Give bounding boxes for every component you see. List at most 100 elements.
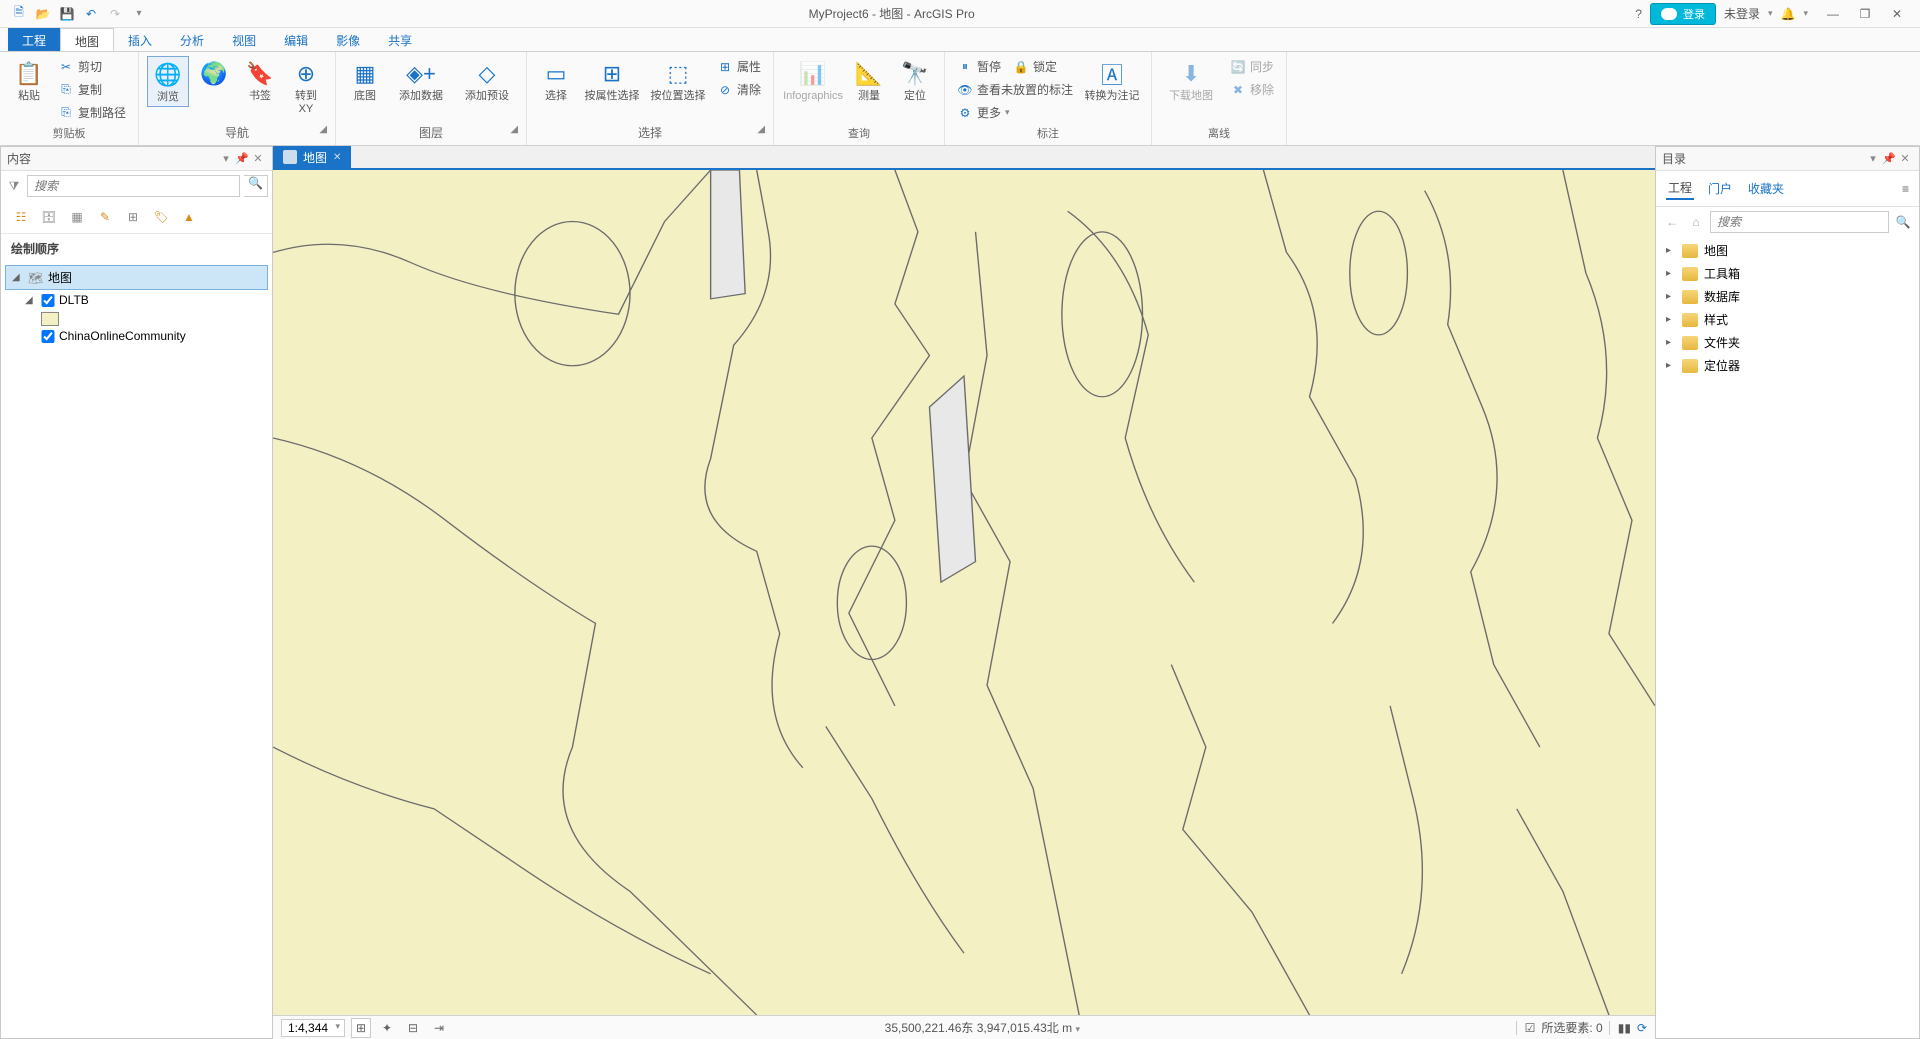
tab-favorites[interactable]: 收藏夹	[1746, 178, 1786, 199]
scale-selector[interactable]: 1:4,344	[281, 1019, 345, 1037]
expand-icon[interactable]: ▸	[1666, 337, 1678, 348]
list-snapping-icon[interactable]: ⊞	[123, 207, 143, 227]
sign-in-badge[interactable]: 登录	[1650, 3, 1716, 25]
refresh-icon[interactable]: ⟳	[1637, 1021, 1647, 1035]
tab-portal[interactable]: 门户	[1706, 178, 1734, 199]
list-source-icon[interactable]: 🗄	[39, 207, 59, 227]
qat-customize-icon[interactable]: ▾	[130, 5, 148, 23]
launcher-icon[interactable]: ◢	[757, 124, 765, 135]
minimize-icon[interactable]: —	[1818, 3, 1848, 25]
search-icon[interactable]: 🔍	[244, 175, 268, 197]
catalog-item-maps[interactable]: ▸地图	[1660, 239, 1915, 262]
filter-icon[interactable]: ⧩	[5, 179, 23, 194]
redo-icon[interactable]: ↷	[106, 5, 124, 23]
layer-visibility-checkbox[interactable]	[41, 330, 55, 343]
close-tab-icon[interactable]: ✕	[333, 152, 341, 163]
launcher-icon[interactable]: ◢	[319, 124, 327, 135]
map-canvas[interactable]	[273, 170, 1655, 1015]
help-icon[interactable]: ?	[1635, 7, 1642, 21]
search-icon[interactable]: 🔍	[1893, 215, 1913, 229]
layer-visibility-checkbox[interactable]	[41, 294, 55, 307]
status-snap-icon[interactable]: ✦	[377, 1018, 397, 1038]
new-project-icon[interactable]: 🗎	[10, 5, 28, 23]
infographics-button[interactable]: 📊Infographics	[782, 56, 844, 105]
expand-icon[interactable]: ▸	[1666, 268, 1678, 279]
autohide-icon[interactable]: ▾	[218, 152, 234, 165]
restore-icon[interactable]: ❐	[1850, 3, 1880, 25]
select-button[interactable]: ▭选择	[535, 56, 577, 105]
paste-button[interactable]: 📋 粘贴	[8, 56, 50, 105]
view-unplaced-button[interactable]: 👁查看未放置的标注	[953, 79, 1077, 100]
select-by-attr-button[interactable]: ⊞按属性选择	[581, 56, 643, 105]
close-panel-icon[interactable]: ✕	[250, 152, 266, 165]
close-panel-icon[interactable]: ✕	[1897, 152, 1913, 165]
fullextent-button[interactable]: 🌍	[193, 56, 235, 105]
bookmarks-button[interactable]: 🔖书签	[239, 56, 281, 105]
pin-icon[interactable]: 📌	[1881, 152, 1897, 165]
save-icon[interactable]: 💾	[58, 5, 76, 23]
download-map-button[interactable]: ⬇下载地图	[1160, 56, 1222, 105]
expand-icon[interactable]: ▸	[1666, 314, 1678, 325]
undo-icon[interactable]: ↶	[82, 5, 100, 23]
list-labeling-icon[interactable]: 🏷	[151, 207, 171, 227]
login-dropdown-icon[interactable]: ▾	[1768, 8, 1773, 19]
add-data-button[interactable]: ◈+添加数据	[390, 56, 452, 105]
expand-icon[interactable]: ▸	[1666, 291, 1678, 302]
search-input[interactable]	[27, 175, 240, 197]
more-labeling-button[interactable]: ⚙更多 ▾	[953, 102, 1077, 123]
add-preset-button[interactable]: ◇添加预设	[456, 56, 518, 105]
menu-icon[interactable]: ≡	[1902, 182, 1909, 196]
notif-dropdown-icon[interactable]: ▾	[1803, 8, 1808, 19]
tab-analysis[interactable]: 分析	[166, 28, 218, 51]
expand-icon[interactable]: ▸	[1666, 245, 1678, 256]
convert-annotation-button[interactable]: 🄰转换为注记	[1081, 56, 1143, 105]
locate-button[interactable]: 🔭定位	[894, 56, 936, 105]
copy-path-button[interactable]: ⎘复制路径	[54, 102, 130, 123]
pause-labeling-button[interactable]: ⏸暂停🔒锁定	[953, 56, 1077, 77]
catalog-search-input[interactable]	[1710, 211, 1889, 233]
tab-project[interactable]: 工程	[1666, 177, 1694, 200]
remove-offline-button[interactable]: ✖移除	[1226, 79, 1278, 100]
tab-share[interactable]: 共享	[374, 28, 426, 51]
pause-draw-icon[interactable]: ▮▮	[1609, 1021, 1631, 1035]
tab-insert[interactable]: 插入	[114, 28, 166, 51]
tab-imagery[interactable]: 影像	[322, 28, 374, 51]
expand-icon[interactable]: ▸	[1666, 360, 1678, 371]
launcher-icon[interactable]: ◢	[510, 124, 518, 135]
list-perspective-icon[interactable]: ▲	[179, 207, 199, 227]
select-by-loc-button[interactable]: ⬚按位置选择	[647, 56, 709, 105]
back-icon[interactable]: ←	[1662, 215, 1682, 229]
tab-project[interactable]: 工程	[8, 28, 60, 51]
notifications-icon[interactable]: 🔔	[1781, 7, 1796, 21]
measure-button[interactable]: 📐测量	[848, 56, 890, 105]
collapse-icon[interactable]: ◢	[12, 272, 24, 283]
list-drawing-order-icon[interactable]: ☷	[11, 207, 31, 227]
catalog-item-databases[interactable]: ▸数据库	[1660, 285, 1915, 308]
tab-view[interactable]: 视图	[218, 28, 270, 51]
collapse-icon[interactable]: ◢	[25, 295, 37, 306]
catalog-item-locators[interactable]: ▸定位器	[1660, 354, 1915, 377]
catalog-item-toolboxes[interactable]: ▸工具箱	[1660, 262, 1915, 285]
copy-button[interactable]: ⎘复制	[54, 79, 130, 100]
catalog-item-styles[interactable]: ▸样式	[1660, 308, 1915, 331]
layer-row-china[interactable]: ▸ ChinaOnlineCommunity	[5, 326, 268, 346]
home-icon[interactable]: ⌂	[1686, 215, 1706, 229]
catalog-item-folders[interactable]: ▸文件夹	[1660, 331, 1915, 354]
cut-button[interactable]: ✂剪切	[54, 56, 130, 77]
map-tab[interactable]: 地图 ✕	[273, 146, 351, 168]
sync-button[interactable]: 🔄同步	[1226, 56, 1278, 77]
open-project-icon[interactable]: 📂	[34, 5, 52, 23]
map-frame-row[interactable]: ◢ 🗺 地图	[5, 265, 268, 290]
tab-edit[interactable]: 编辑	[270, 28, 322, 51]
layer-row-dltb[interactable]: ◢ DLTB	[5, 290, 268, 310]
status-correction-icon[interactable]: ⇥	[429, 1018, 449, 1038]
pin-icon[interactable]: 📌	[234, 152, 250, 165]
clear-selection-button[interactable]: ⊘清除	[713, 79, 765, 100]
status-constraint-icon[interactable]: ⊞	[351, 1018, 371, 1038]
close-window-icon[interactable]: ✕	[1882, 3, 1912, 25]
explore-button[interactable]: 🌐 浏览	[147, 56, 189, 107]
autohide-icon[interactable]: ▾	[1865, 152, 1881, 165]
status-grid-icon[interactable]: ⊟	[403, 1018, 423, 1038]
tab-map[interactable]: 地图	[60, 28, 114, 51]
basemap-button[interactable]: ▦底图	[344, 56, 386, 105]
